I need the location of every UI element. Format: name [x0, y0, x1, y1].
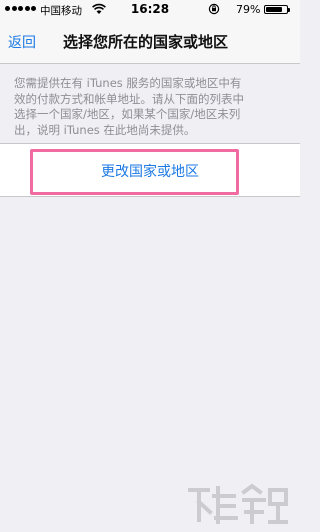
battery-percent: 79%	[236, 3, 261, 16]
description-text: 您需提供在有 iTunes 服务的国家或地区中有 效的付款方式和帐单地址。请从下…	[14, 76, 290, 138]
change-region-cell[interactable]: 更改国家或地区	[0, 143, 300, 197]
change-region-button[interactable]: 更改国家或地区	[0, 161, 300, 181]
site-watermark-logo	[188, 483, 288, 524]
description-line: 效的付款方式和帐单地址。请从下面的列表中	[14, 91, 244, 106]
description-line: 出，说明 iTunes 在此地尚未提供。	[14, 122, 196, 137]
status-bar: 中国移动 16:28 79%	[0, 0, 300, 20]
description-line: 选择一个国家/地区，如果某个国家/地区未列	[14, 107, 241, 121]
battery-tip	[288, 8, 290, 12]
page-title: 选择您所在的国家或地区	[63, 33, 229, 51]
battery-icon	[264, 5, 288, 14]
back-button[interactable]: 返回	[8, 32, 36, 52]
navigation-bar: 返回 选择您所在的国家或地区	[0, 20, 300, 64]
description-line: 您需提供在有 iTunes 服务的国家或地区中有	[14, 76, 242, 90]
orientation-lock-icon	[208, 3, 220, 15]
